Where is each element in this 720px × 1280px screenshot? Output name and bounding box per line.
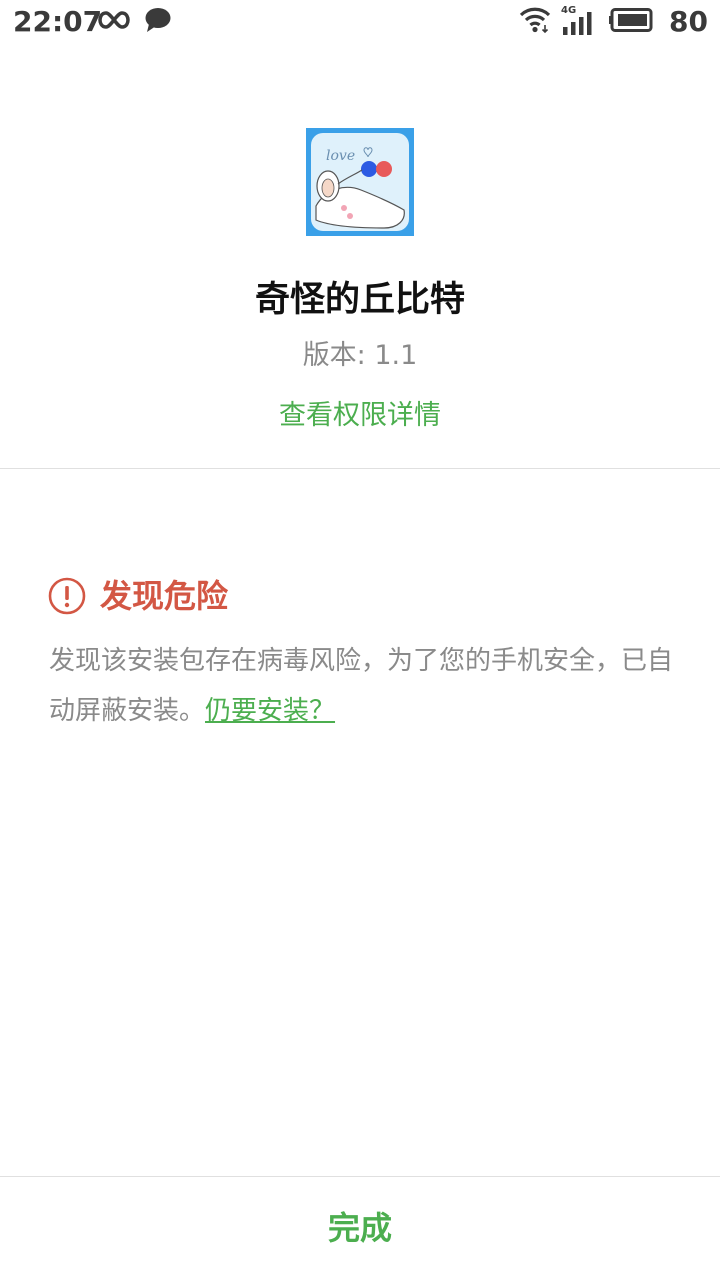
install-anyway-link[interactable]: 仍要安装？ [205, 696, 335, 726]
danger-title-row: 发现危险 [48, 574, 228, 618]
view-permissions-link[interactable]: 查看权限详情 [0, 396, 720, 436]
status-bar: 22:07 4G 80 [0, 0, 720, 44]
battery-level: 80 [669, 5, 708, 38]
status-left-icons [98, 8, 172, 36]
svg-text:love: love [326, 148, 355, 164]
infinity-icon [98, 10, 130, 34]
status-right-icons: 4G 80 [519, 4, 708, 40]
battery-icon [609, 7, 655, 37]
status-time: 22:07 [13, 5, 103, 38]
app-icon: love [306, 128, 414, 236]
wifi-icon [519, 6, 551, 38]
done-button[interactable]: 完成 [0, 1177, 720, 1280]
divider [0, 468, 720, 469]
app-name: 奇怪的丘比特 [254, 280, 465, 320]
danger-message: 发现该安装包存在病毒风险，为了您的手机安全，已自动屏蔽安装。仍要安装？ [49, 636, 689, 736]
chat-bubble-icon [144, 7, 172, 37]
app-version: 版本: 1.1 [302, 340, 418, 371]
danger-message-text: 发现该安装包存在病毒风险，为了您的手机安全，已自动屏蔽安装。 [49, 646, 674, 726]
install-result-screen: 22:07 4G 80 love 奇怪的丘比特 版本: 1.1 查看权限详情 发… [0, 0, 720, 1280]
exclamation-circle-icon [48, 577, 86, 615]
cell-signal-icon: 4G [561, 5, 599, 37]
danger-title: 发现危险 [100, 577, 229, 615]
